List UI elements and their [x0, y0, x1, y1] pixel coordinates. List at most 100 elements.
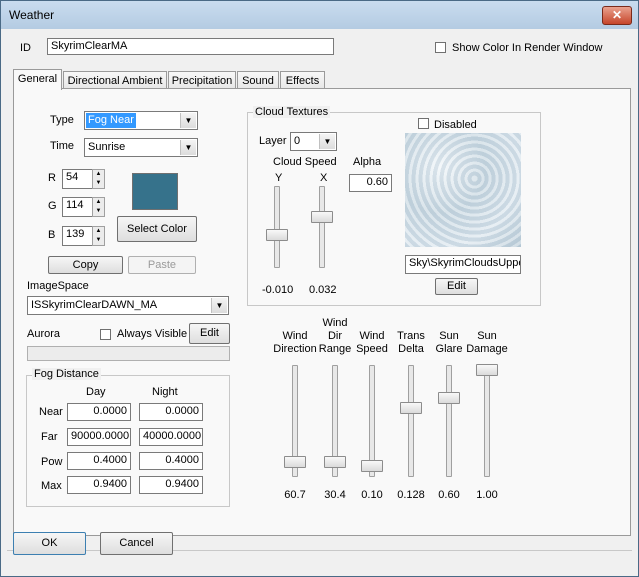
fog-row-label: Max — [41, 480, 62, 492]
g-label: G — [48, 200, 57, 212]
b-label: B — [48, 229, 56, 241]
fog-row-label: Far — [41, 431, 58, 443]
fog-distance-title: Fog Distance — [32, 368, 101, 380]
chevron-down-icon: ▼ — [180, 113, 196, 128]
cloud-y-label: Y — [275, 172, 283, 184]
slider-track[interactable] — [446, 365, 452, 477]
always-visible-checkbox[interactable] — [100, 329, 111, 340]
slider-thumb[interactable] — [438, 392, 460, 404]
fog-near-night-input[interactable]: 0.0000 — [139, 403, 203, 421]
chevron-down-icon: ▼ — [180, 140, 196, 155]
slider-thumb[interactable] — [476, 364, 498, 376]
imagespace-dropdown[interactable]: ISSkyrimClearDAWN_MA ▼ — [27, 296, 229, 315]
cloud-edit-button[interactable]: Edit — [435, 278, 478, 295]
id-input[interactable]: SkyrimClearMA — [47, 38, 334, 55]
g-spinner[interactable]: ▲ ▼ — [92, 197, 105, 217]
id-label: ID — [20, 42, 31, 54]
spin-down-icon: ▼ — [95, 237, 102, 243]
slider-value: 1.00 — [476, 489, 498, 501]
close-icon: ✕ — [611, 8, 623, 22]
spin-up-icon: ▲ — [95, 228, 102, 234]
fog-night-header: Night — [152, 386, 178, 398]
title-bar: Weather ✕ — [1, 1, 638, 29]
cloud-texture-preview — [405, 133, 521, 247]
close-button[interactable]: ✕ — [602, 6, 632, 25]
time-label: Time — [50, 140, 75, 152]
slider-thumb[interactable] — [324, 456, 346, 468]
spin-up-icon: ▲ — [95, 199, 102, 205]
slider-thumb[interactable] — [361, 460, 383, 472]
cloud-texture-noise — [405, 133, 521, 247]
weather-dialog: Weather ✕ ID SkyrimClearMA Show Color In… — [0, 0, 639, 577]
cloud-speed-label: Cloud Speed — [273, 156, 337, 168]
slider-track[interactable] — [408, 365, 414, 477]
fog-row-label: Near — [39, 406, 63, 418]
type-value: Fog Near — [86, 113, 136, 128]
type-label: Type — [50, 114, 74, 126]
slider-thumb[interactable] — [284, 456, 306, 468]
paste-button[interactable]: Paste — [128, 256, 196, 274]
spin-down-icon: ▼ — [95, 208, 102, 214]
cloud-x-slider-thumb[interactable] — [311, 211, 333, 223]
fog-pow-day-input[interactable]: 0.4000 — [67, 452, 131, 470]
cloud-x-value: 0.032 — [309, 284, 337, 296]
show-color-checkbox[interactable] — [435, 42, 446, 53]
spin-up-icon: ▲ — [95, 171, 102, 177]
window-title: Weather — [9, 8, 55, 22]
r-spinner[interactable]: ▲ ▼ — [92, 169, 105, 189]
fog-far-night-input[interactable]: 40000.0000 — [139, 428, 203, 446]
select-color-button[interactable]: Select Color — [117, 216, 197, 242]
layer-label: Layer — [259, 135, 287, 147]
fog-pow-night-input[interactable]: 0.4000 — [139, 452, 203, 470]
cloud-textures-title: Cloud Textures — [253, 106, 331, 118]
copy-button[interactable]: Copy — [48, 256, 123, 274]
ok-button[interactable]: OK — [13, 532, 86, 555]
slider-label-line2: Sun — [477, 330, 497, 342]
always-visible-label: Always Visible — [117, 328, 188, 340]
chevron-down-icon: ▼ — [319, 134, 335, 149]
color-swatch[interactable] — [132, 173, 178, 210]
texture-path-field[interactable]: Sky\SkyrimCloudsUpper — [405, 255, 521, 274]
show-color-label: Show Color In Render Window — [452, 42, 603, 54]
cloud-y-slider-thumb[interactable] — [266, 229, 288, 241]
fog-near-day-input[interactable]: 0.0000 — [67, 403, 131, 421]
cloud-x-label: X — [320, 172, 328, 184]
b-input[interactable]: 139 — [62, 226, 94, 246]
b-spinner[interactable]: ▲ ▼ — [92, 226, 105, 246]
fog-max-day-input[interactable]: 0.9400 — [67, 476, 131, 494]
aurora-path-field[interactable] — [27, 346, 230, 361]
cloud-y-slider-track[interactable] — [274, 186, 280, 268]
cloud-disabled-checkbox[interactable] — [418, 118, 429, 129]
fog-far-day-input[interactable]: 90000.0000 — [67, 428, 131, 446]
imagespace-label: ImageSpace — [27, 280, 89, 292]
cancel-button[interactable]: Cancel — [100, 532, 173, 555]
r-label: R — [48, 172, 56, 184]
g-input[interactable]: 114 — [62, 197, 94, 217]
slider-label-line1: Wind — [322, 317, 348, 329]
slider-thumb[interactable] — [400, 402, 422, 414]
time-dropdown[interactable]: Sunrise ▼ — [84, 138, 198, 157]
time-value: Sunrise — [88, 141, 126, 153]
type-dropdown[interactable]: Fog Near ▼ — [84, 111, 198, 130]
aurora-edit-button[interactable]: Edit — [189, 323, 230, 344]
slider-label-line3: Damage — [466, 343, 508, 355]
r-input[interactable]: 54 — [62, 169, 94, 189]
layer-dropdown[interactable]: 0 ▼ — [290, 132, 337, 151]
cloud-disabled-label: Disabled — [434, 119, 477, 131]
slider-track[interactable] — [484, 365, 490, 477]
tab-general[interactable]: General — [13, 69, 62, 90]
fog-day-header: Day — [86, 386, 106, 398]
tab-sound[interactable]: Sound — [237, 71, 279, 89]
fog-max-night-input[interactable]: 0.9400 — [139, 476, 203, 494]
tab-effects[interactable]: Effects — [280, 71, 325, 89]
fog-row-label: Pow — [41, 456, 63, 468]
tab-precipitation[interactable]: Precipitation — [168, 71, 236, 89]
alpha-input[interactable]: 0.60 — [349, 174, 392, 192]
dialog-client: ID SkyrimClearMA Show Color In Render Wi… — [7, 30, 632, 570]
spin-down-icon: ▼ — [95, 180, 102, 186]
imagespace-value: ISSkyrimClearDAWN_MA — [31, 299, 158, 311]
alpha-label: Alpha — [353, 156, 382, 168]
cloud-x-slider-track[interactable] — [319, 186, 325, 268]
tab-directional-ambient[interactable]: Directional Ambient — [63, 71, 167, 89]
chevron-down-icon: ▼ — [211, 298, 227, 313]
